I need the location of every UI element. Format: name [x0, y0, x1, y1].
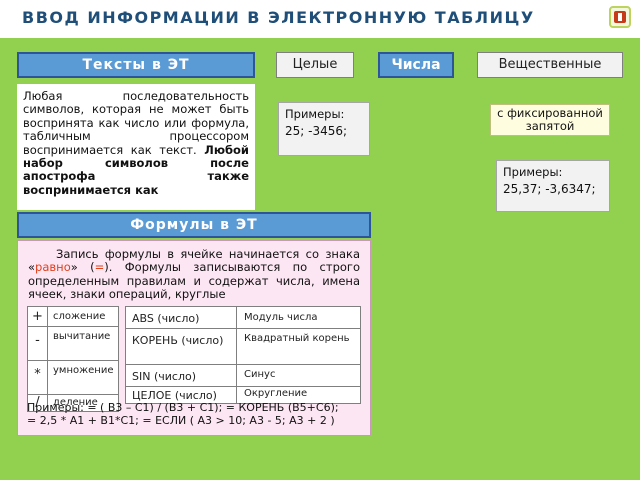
operator-sign: - [28, 327, 48, 361]
formula-examples: Примеры: = ( B3 – C1) / (B3 + C1); = КОР… [27, 401, 365, 442]
real-examples-label: Примеры: [503, 165, 563, 179]
function-row: КОРЕНЬ (число) Квадратный корень [126, 329, 360, 365]
formula-examples-line1: Примеры: = ( B3 – C1) / (B3 + C1); = КОР… [27, 401, 339, 414]
formulas-description: Запись формулы в ячейке начинается со зн… [28, 247, 360, 302]
functions-table: ABS (число) Модуль числа КОРЕНЬ (число) … [125, 306, 361, 404]
integer-examples-value: 25; -3456; [285, 124, 348, 139]
equals-sign: = [94, 260, 105, 275]
operator-row: + сложение [28, 307, 118, 327]
tab-integers: Целые [276, 52, 354, 78]
header-bar: ВВОД ИНФОРМАЦИИ В ЭЛЕКТРОННУЮ ТАБЛИЦУ [0, 0, 640, 38]
function-row: SIN (число) Синус [126, 365, 360, 387]
function-name: КОРЕНЬ (число) [132, 334, 224, 347]
operator-name: вычитание [53, 331, 111, 342]
equals-word: равно [35, 260, 71, 275]
page-title: ВВОД ИНФОРМАЦИИ В ЭЛЕКТРОННУЮ ТАБЛИЦУ [22, 8, 535, 27]
function-name: ABS (число) [132, 312, 200, 325]
operator-sign: + [28, 307, 48, 327]
function-row: ABS (число) Модуль числа [126, 307, 360, 329]
operator-sign: * [28, 361, 48, 395]
function-desc: Модуль числа [244, 312, 318, 323]
operator-name: умножение [53, 365, 114, 376]
tab-real: Вещественные [477, 52, 623, 78]
operators-table: + сложение - вычитание * умножение / дел… [27, 306, 119, 412]
function-desc: Синус [244, 369, 276, 380]
tab-numbers: Числа [378, 52, 454, 78]
integer-examples-label: Примеры: [285, 107, 345, 121]
operator-row: - вычитание [28, 327, 118, 361]
real-examples-value: 25,37; -3,6347; [503, 182, 596, 197]
function-name: SIN (число) [132, 370, 196, 383]
home-icon [614, 11, 626, 23]
function-desc: Квадратный корень [244, 333, 350, 344]
texts-title: Тексты в ЭТ [17, 52, 255, 78]
texts-body: Любая последовательность символов, котор… [17, 84, 255, 210]
fixed-point-text: с фиксированной запятой [497, 106, 603, 133]
function-desc: Округление [244, 388, 308, 399]
formulas-title: Формулы в ЭТ [17, 212, 371, 238]
operator-row: * умножение [28, 361, 118, 395]
integer-examples: Примеры: 25; -3456; [278, 102, 370, 156]
operator-name: сложение [53, 311, 106, 322]
fixed-point-box: с фиксированной запятой [490, 104, 610, 136]
formula-examples-line2: = 2,5 * A1 + B1*C1; = ЕСЛИ ( A3 > 10; A3… [27, 413, 335, 427]
real-examples: Примеры: 25,37; -3,6347; [496, 160, 610, 212]
home-button[interactable] [609, 6, 631, 28]
